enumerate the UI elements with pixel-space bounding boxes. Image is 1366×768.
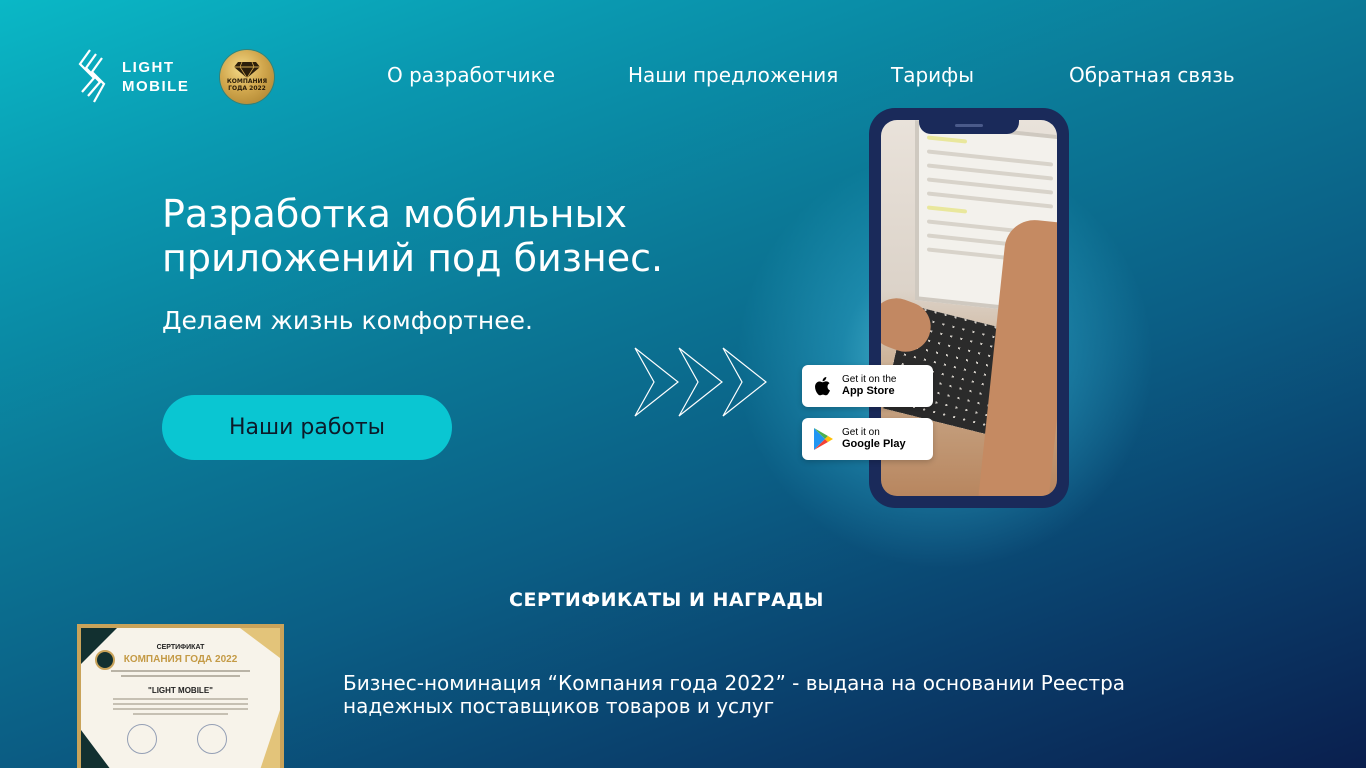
site-logo[interactable]: LIGHT MOBILE: [76, 48, 189, 106]
award-badge-text: КОМПАНИЯ ГОДА 2022: [226, 78, 268, 92]
certificate-document: СЕРТИФИКАТ КОМПАНИЯ ГОДА 2022 "LIGHT MOB…: [81, 628, 280, 768]
app-store-label: Get it on the App Store: [842, 374, 896, 398]
nav-pricing[interactable]: Тарифы: [891, 63, 974, 87]
logo-text-line1: LIGHT: [122, 59, 175, 76]
certificate-title: КОМПАНИЯ ГОДА 2022: [123, 654, 238, 665]
google-play-small-text: Get it on: [842, 427, 880, 438]
certificate-stamp-icon: [127, 724, 157, 754]
certificate-image[interactable]: СЕРТИФИКАТ КОМПАНИЯ ГОДА 2022 "LIGHT MOB…: [77, 624, 284, 768]
hero-title: Разработка мобильных приложений под бизн…: [162, 192, 663, 280]
hero-title-line1: Разработка мобильных: [162, 192, 628, 236]
phone-notch: [919, 120, 1019, 134]
diamond-icon: [234, 62, 260, 78]
award-badge: КОМПАНИЯ ГОДА 2022: [220, 50, 274, 104]
google-play-label: Get it on Google Play: [842, 427, 906, 451]
certificate-description-line2: надежных поставщиков товаров и услуг: [343, 694, 775, 718]
google-play-big-text: Google Play: [842, 438, 906, 450]
certificate-description-line1: Бизнес-номинация “Компания года 2022” - …: [343, 671, 1126, 695]
certificates-section-title: СЕРТИФИКАТЫ И НАГРАДЫ: [509, 589, 824, 611]
google-play-button[interactable]: Get it on Google Play: [802, 418, 933, 460]
google-play-icon: [814, 428, 833, 450]
certificate-company: "LIGHT MOBILE": [148, 686, 213, 695]
app-store-small-text: Get it on the: [842, 374, 897, 385]
logo-text: LIGHT MOBILE: [122, 58, 189, 96]
nav-feedback[interactable]: Обратная связь: [1069, 63, 1235, 87]
app-store-button[interactable]: Get it on the App Store: [802, 365, 933, 407]
hero-subtitle: Делаем жизнь комфортнее.: [162, 306, 533, 335]
certificate-stamp-icon: [197, 724, 227, 754]
nav-our-offers[interactable]: Наши предложения: [628, 63, 838, 87]
certificate-description: Бизнес-номинация “Компания года 2022” - …: [343, 672, 1163, 718]
lightning-logo-icon: [78, 49, 106, 103]
hero-title-line2: приложений под бизнес.: [162, 236, 664, 280]
chevron-arrows-icon: [634, 347, 767, 417]
app-store-big-text: App Store: [842, 385, 895, 397]
nav-about-developer[interactable]: О разработчике: [387, 63, 555, 87]
apple-icon: [815, 377, 830, 396]
our-works-button[interactable]: Наши работы: [162, 395, 452, 460]
logo-text-line2: MOBILE: [122, 78, 190, 95]
certificate-heading: СЕРТИФИКАТ: [156, 644, 205, 651]
